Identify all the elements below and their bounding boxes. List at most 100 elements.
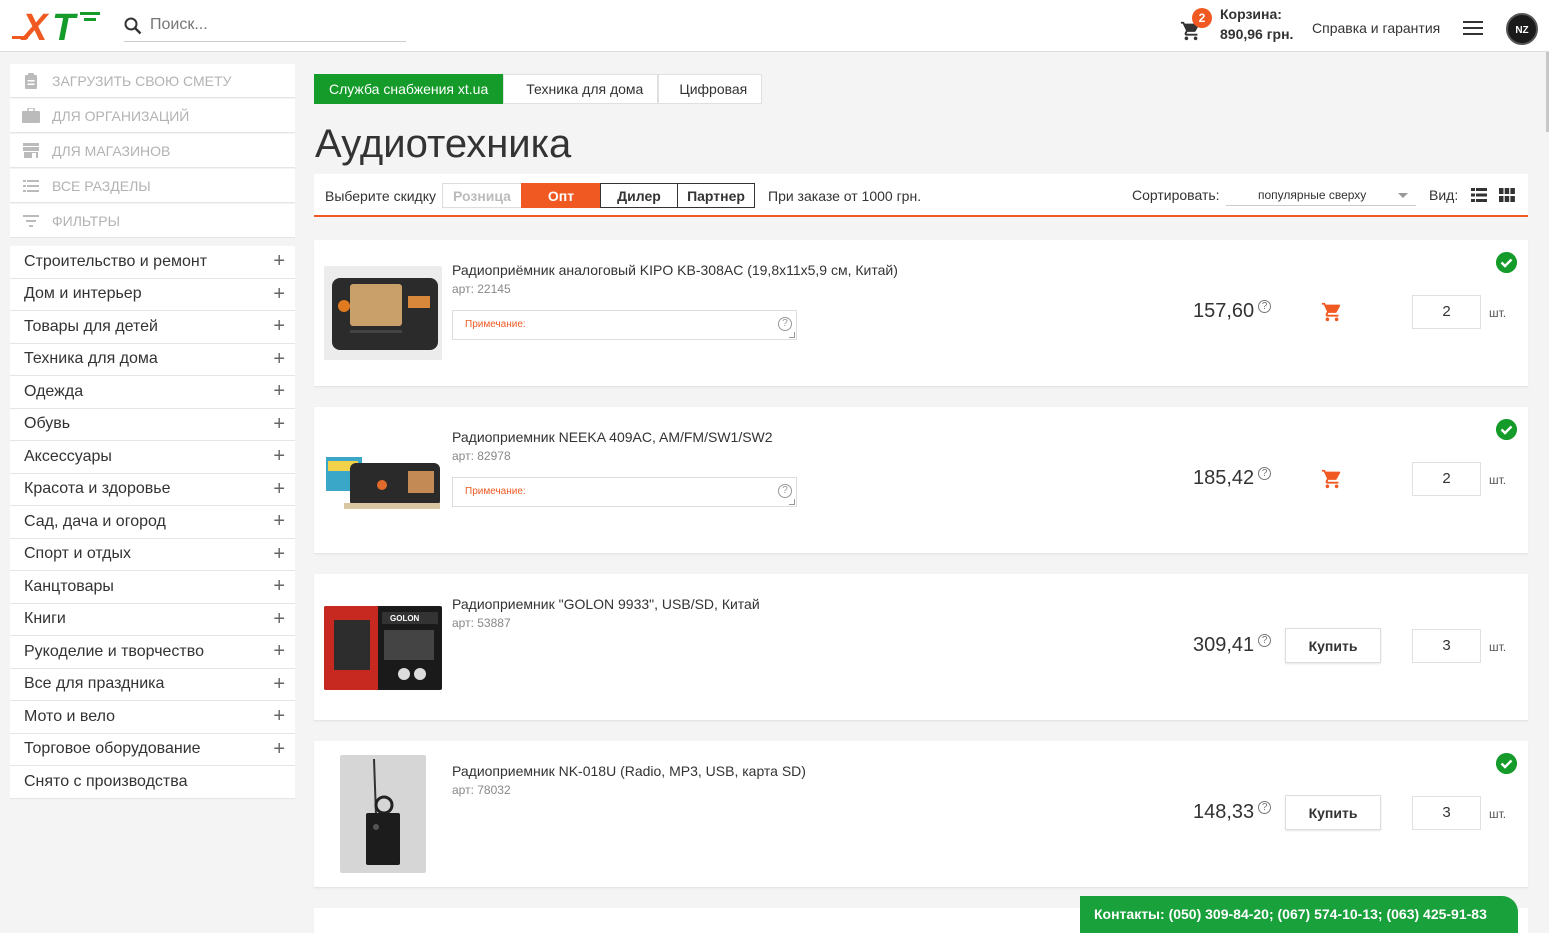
expand-plus-icon[interactable]: + (273, 348, 285, 371)
breadcrumb-item-subcategory[interactable]: Цифровая (658, 74, 763, 104)
category-item[interactable]: Обувь + (10, 408, 295, 441)
quantity-input[interactable]: 2 (1412, 295, 1481, 329)
breadcrumb-item-category[interactable]: Техника для дома (503, 74, 659, 104)
price-value: 309,41 (1193, 634, 1255, 656)
user-avatar[interactable]: NZ (1506, 13, 1538, 45)
category-label: Дом и интерьер (24, 285, 142, 303)
category-item[interactable]: Товары для детей + (10, 311, 295, 344)
list-view-icon[interactable] (1471, 188, 1487, 202)
category-item[interactable]: Техника для дома + (10, 343, 295, 376)
discount-option-partner[interactable]: Партнер (677, 183, 755, 208)
in-cart-icon[interactable] (1321, 468, 1343, 490)
sidebar-for-organizations[interactable]: Для организаций (10, 99, 295, 133)
breadcrumb-item-home[interactable]: Служба снабжения xt.ua (314, 74, 504, 104)
category-item[interactable]: Снято с производства (10, 766, 295, 799)
sidebar-upload-estimate[interactable]: Загрузить свою смету (10, 64, 295, 98)
category-item[interactable]: Спорт и отдых + (10, 538, 295, 571)
expand-plus-icon[interactable]: + (273, 283, 285, 306)
price-help-icon[interactable]: ? (1258, 300, 1272, 314)
expand-plus-icon[interactable]: + (273, 705, 285, 728)
quantity-input[interactable]: 3 (1412, 629, 1481, 663)
buy-button[interactable]: Купить (1285, 628, 1381, 663)
clipboard-icon (22, 72, 40, 89)
search-input[interactable] (150, 16, 400, 34)
product-card: Радиоприемник NK-018U (Radio, MP3, USB, … (314, 741, 1528, 888)
sidebar-all-sections[interactable]: Все разделы (10, 169, 295, 203)
discount-option-wholesale[interactable]: Опт (521, 183, 601, 208)
category-item[interactable]: Сад, дача и огород + (10, 506, 295, 539)
product-title[interactable]: Радиоприемник "GOLON 9933", USB/SD, Кита… (452, 596, 760, 612)
expand-plus-icon[interactable]: + (273, 738, 285, 761)
price-help-icon[interactable]: ? (1258, 634, 1272, 648)
grid-view-icon[interactable] (1499, 188, 1515, 202)
sidebar-filters[interactable]: Фильтры (10, 204, 295, 238)
expand-plus-icon[interactable]: + (273, 673, 285, 696)
in-cart-icon[interactable] (1321, 301, 1343, 323)
expand-plus-icon[interactable]: + (273, 380, 285, 403)
expand-plus-icon[interactable]: + (273, 445, 285, 468)
help-link[interactable]: Справка и гарантия (1312, 20, 1440, 36)
category-item[interactable]: Аксессуары + (10, 441, 295, 474)
resize-grip-icon[interactable] (789, 499, 795, 505)
category-item[interactable]: Книги + (10, 603, 295, 636)
available-check-icon (1496, 753, 1517, 774)
discount-option-retail[interactable]: Розница (442, 183, 522, 208)
category-item[interactable]: Строительство и ремонт + (10, 246, 295, 279)
sidebar-action-label: Все разделы (52, 177, 151, 194)
product-title[interactable]: Радиоприемник NK-018U (Radio, MP3, USB, … (452, 763, 806, 779)
product-image[interactable] (324, 433, 442, 527)
category-item[interactable]: Рукоделие и творчество + (10, 636, 295, 669)
category-item[interactable]: Дом и интерьер + (10, 278, 295, 311)
product-price: 185,42? (1193, 467, 1272, 490)
help-question-icon[interactable]: ? (778, 317, 792, 331)
contact-bar[interactable]: Контакты: (050) 309-84-20; (067) 574-10-… (1080, 896, 1518, 933)
resize-grip-icon[interactable] (789, 332, 795, 338)
product-image[interactable] (340, 755, 426, 873)
expand-plus-icon[interactable]: + (273, 315, 285, 338)
price-help-icon[interactable]: ? (1258, 467, 1272, 481)
price-value: 148,33 (1193, 801, 1255, 823)
expand-plus-icon[interactable]: + (273, 640, 285, 663)
sidebar-action-label: Фильтры (52, 212, 120, 229)
note-placeholder: Примечание: (465, 319, 526, 330)
price-help-icon[interactable]: ? (1258, 801, 1272, 815)
category-label: Одежда (24, 382, 84, 400)
category-label: Обувь (24, 415, 71, 433)
site-logo[interactable]: X T (10, 6, 102, 49)
category-item[interactable]: Красота и здоровье + (10, 473, 295, 506)
sort-select[interactable]: популярные сверху (1226, 184, 1416, 206)
product-card: Радиоприемник NEEKA 409AC, AM/FM/SW1/SW2… (314, 407, 1528, 554)
product-price: 148,33? (1193, 801, 1272, 824)
cart-title: Корзина: (1220, 6, 1282, 22)
category-item[interactable]: Мото и вело + (10, 701, 295, 734)
expand-plus-icon[interactable]: + (273, 478, 285, 501)
quantity-input[interactable]: 3 (1412, 796, 1481, 830)
discount-option-dealer[interactable]: Дилер (600, 183, 678, 208)
hamburger-menu-icon[interactable] (1463, 21, 1483, 35)
quantity-input[interactable]: 2 (1412, 462, 1481, 496)
sidebar-for-shops[interactable]: Для магазинов (10, 134, 295, 168)
category-item[interactable]: Одежда + (10, 376, 295, 409)
help-question-icon[interactable]: ? (778, 484, 792, 498)
sidebar-actions: Загрузить свою смету Для организаций Для… (10, 64, 295, 239)
product-image[interactable]: GOLON (324, 606, 442, 690)
expand-plus-icon[interactable]: + (273, 250, 285, 273)
product-note-field[interactable]: Примечание: ? (452, 310, 797, 340)
expand-plus-icon[interactable]: + (273, 575, 285, 598)
expand-plus-icon[interactable]: + (273, 608, 285, 631)
expand-plus-icon[interactable]: + (273, 413, 285, 436)
available-check-icon (1496, 252, 1517, 273)
product-title[interactable]: Радиоприемник NEEKA 409AC, AM/FM/SW1/SW2 (452, 429, 773, 445)
product-title[interactable]: Радиоприёмник аналоговый KIPO KB-308AC (… (452, 262, 898, 278)
expand-plus-icon[interactable]: + (273, 543, 285, 566)
buy-button[interactable]: Купить (1285, 795, 1381, 830)
product-image[interactable] (324, 266, 442, 360)
category-item[interactable]: Все для праздника + (10, 668, 295, 701)
category-item[interactable]: Канцтовары + (10, 571, 295, 604)
brand-text: GOLON (390, 614, 420, 623)
search-icon[interactable] (124, 17, 142, 35)
expand-plus-icon[interactable]: + (273, 510, 285, 533)
category-item[interactable]: Торговое оборудование + (10, 733, 295, 766)
product-note-field[interactable]: Примечание: ? (452, 477, 797, 507)
product-card: Радиоприёмник аналоговый KIPO KB-308AC (… (314, 240, 1528, 387)
